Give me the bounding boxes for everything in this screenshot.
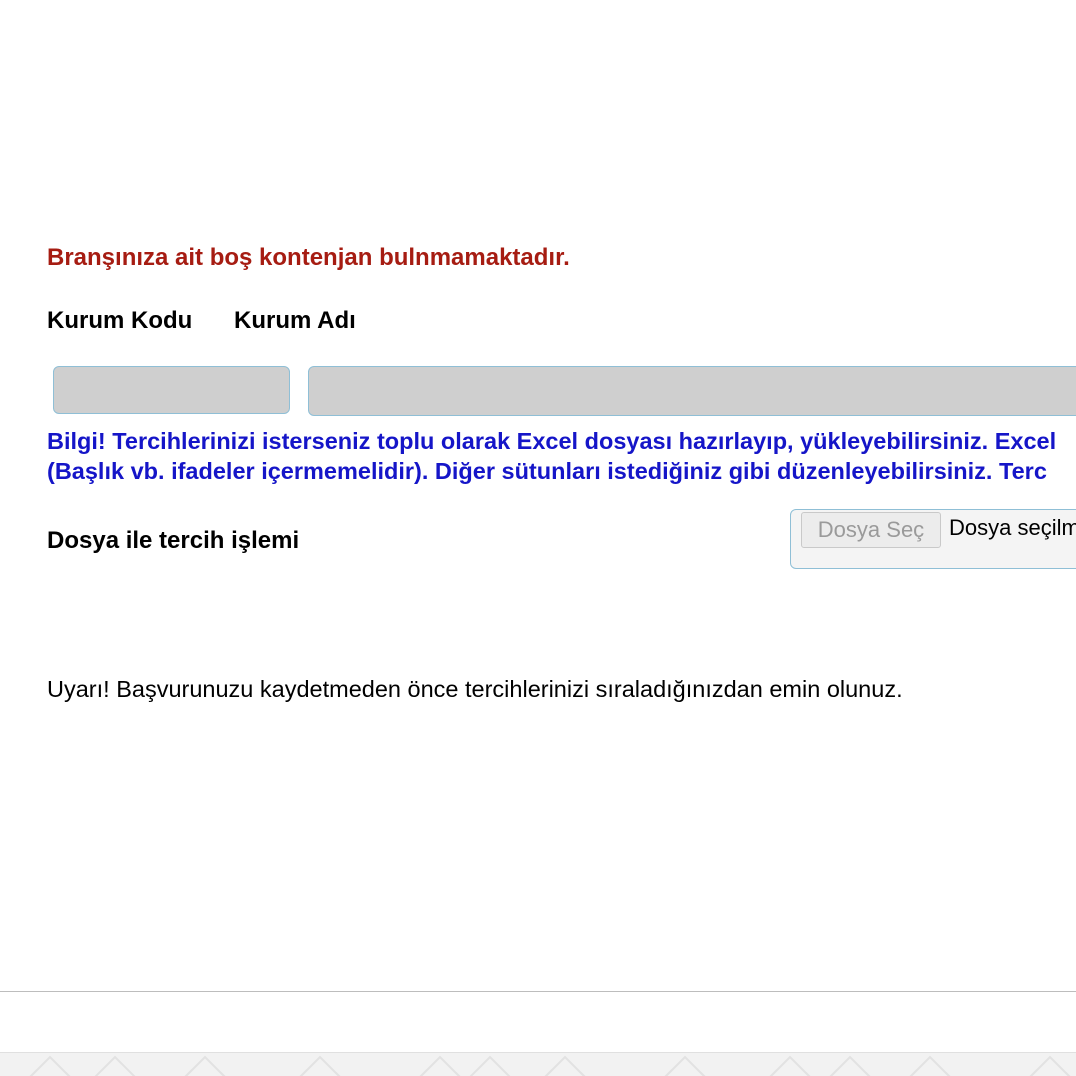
file-upload-label: Dosya ile tercih işlemi bbox=[47, 527, 300, 554]
choose-file-button[interactable]: Dosya Seç bbox=[801, 512, 941, 548]
file-status-text: Dosya seçilm bbox=[949, 515, 1076, 540]
kurum-kodu-field[interactable] bbox=[53, 366, 290, 414]
column-header-kurum-adi: Kurum Adı bbox=[234, 307, 356, 334]
info-message-line-1: Bilgi! Tercihlerinizi isterseniz toplu o… bbox=[47, 428, 1057, 454]
page: Branşınıza ait boş kontenjan bulnmamakta… bbox=[0, 0, 1076, 1076]
column-header-kurum-kodu: Kurum Kodu bbox=[47, 307, 193, 334]
info-message: Bilgi! Tercihlerinizi isterseniz toplu o… bbox=[47, 426, 1076, 486]
info-message-line-2: (Başlık vb. ifadeler içermemelidir). Diğ… bbox=[47, 458, 1047, 484]
warning-message: Uyarı! Başvurunuzu kaydetmeden önce terc… bbox=[47, 676, 903, 702]
kurum-adi-field[interactable] bbox=[308, 366, 1076, 416]
decorative-pattern-icon bbox=[29, 1055, 1071, 1076]
file-input[interactable]: Dosya Seç Dosya seçilm bbox=[790, 509, 1076, 569]
footer-pattern bbox=[0, 1052, 1076, 1076]
footer-divider bbox=[0, 991, 1076, 992]
no-quota-error-message: Branşınıza ait boş kontenjan bulnmamakta… bbox=[47, 244, 570, 271]
